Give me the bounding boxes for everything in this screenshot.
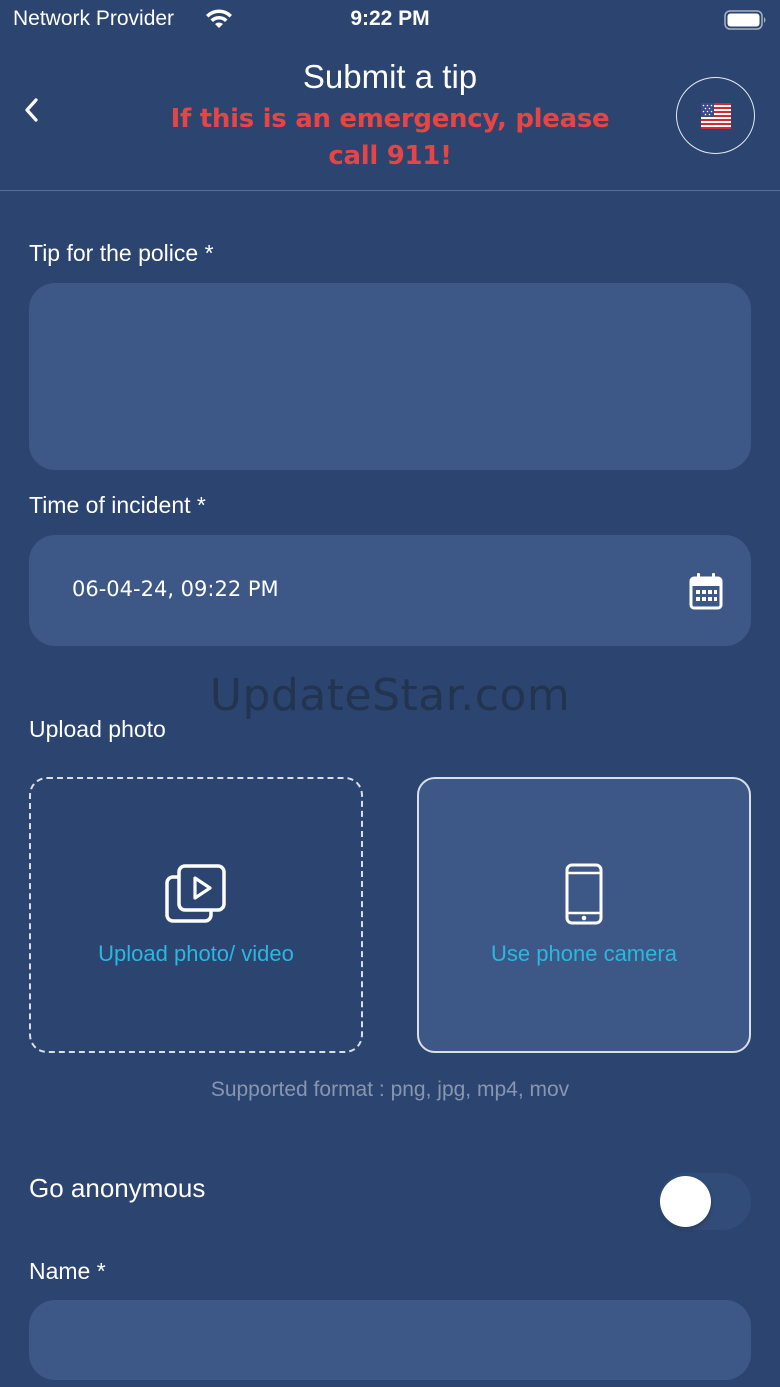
us-flag-icon bbox=[700, 102, 731, 129]
upload-photo-video-button[interactable]: Upload photo/ video bbox=[29, 777, 363, 1053]
use-phone-camera-label: Use phone camera bbox=[491, 941, 677, 966]
camera-icon-wrapper bbox=[419, 863, 749, 925]
tip-textarea[interactable] bbox=[29, 283, 751, 470]
status-time: 9:22 PM bbox=[350, 7, 430, 30]
header: Submit a tip If this is an emergency, pl… bbox=[0, 40, 780, 191]
use-phone-camera-button[interactable]: Use phone camera bbox=[417, 777, 751, 1053]
upload-icon-wrapper bbox=[31, 863, 361, 925]
time-of-incident-label: Time of incident * bbox=[29, 492, 206, 518]
emergency-warning: If this is an emergency, please call 911… bbox=[170, 104, 610, 171]
time-of-incident-value: 06-04-24, 09:22 PM bbox=[72, 577, 279, 601]
name-input[interactable] bbox=[29, 1300, 751, 1380]
submit-tip-screen: Network Provider 9:22 PM Submit a tip If… bbox=[0, 0, 780, 1387]
chevron-left-icon bbox=[25, 98, 38, 122]
back-button[interactable] bbox=[14, 92, 50, 128]
phone-icon bbox=[565, 863, 603, 925]
time-of-incident-field[interactable]: 06-04-24, 09:22 PM bbox=[29, 535, 751, 646]
go-anonymous-toggle[interactable] bbox=[658, 1173, 751, 1230]
page-title: Submit a tip bbox=[302, 58, 478, 95]
language-button[interactable] bbox=[676, 77, 755, 154]
go-anonymous-label: Go anonymous bbox=[29, 1173, 206, 1203]
supported-format-text: Supported format : png, jpg, mp4, mov bbox=[210, 1078, 570, 1101]
status-bar: Network Provider 9:22 PM bbox=[0, 0, 780, 40]
media-gallery-icon bbox=[165, 864, 226, 923]
name-label: Name * bbox=[29, 1258, 106, 1284]
upload-photo-video-label: Upload photo/ video bbox=[98, 941, 294, 966]
calendar-icon[interactable] bbox=[689, 572, 723, 610]
watermark: UpdateStar.com bbox=[209, 670, 571, 721]
upload-photo-label: Upload photo bbox=[29, 716, 166, 742]
toggle-knob bbox=[660, 1176, 711, 1227]
battery-icon bbox=[724, 10, 766, 30]
tip-label: Tip for the police * bbox=[29, 240, 214, 266]
